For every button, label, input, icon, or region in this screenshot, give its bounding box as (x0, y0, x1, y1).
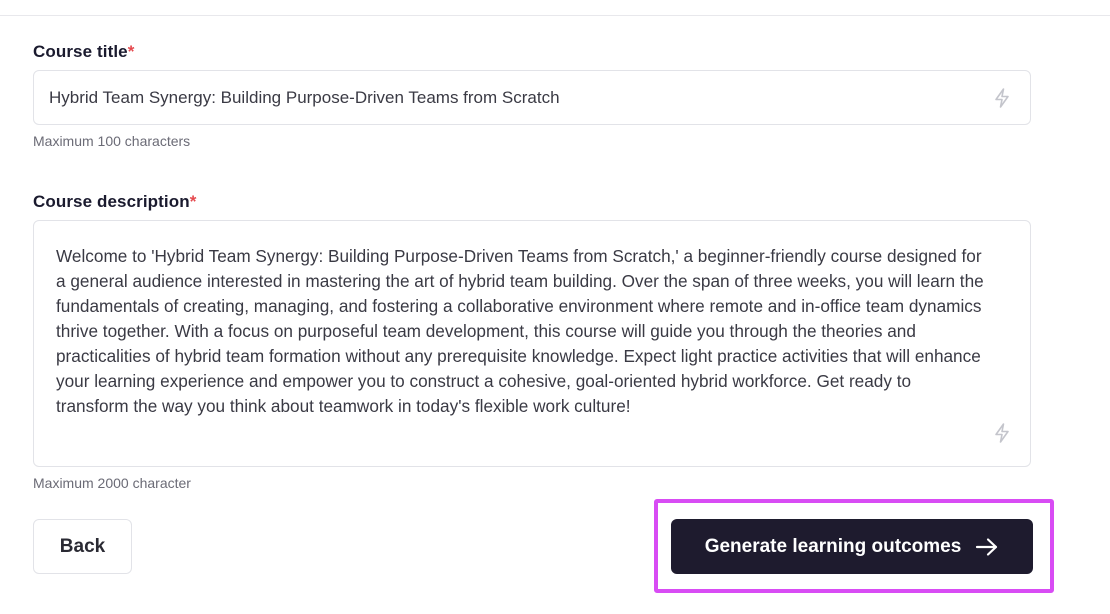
bolt-icon[interactable] (992, 422, 1012, 444)
course-description-textarea[interactable]: Welcome to 'Hybrid Team Synergy: Buildin… (33, 220, 1031, 467)
course-title-label: Course title* (33, 42, 134, 62)
generate-learning-outcomes-button[interactable]: Generate learning outcomes (671, 519, 1033, 574)
course-title-label-text: Course title (33, 42, 128, 61)
required-asterisk: * (127, 42, 135, 61)
back-button[interactable]: Back (33, 519, 132, 574)
generate-button-label: Generate learning outcomes (704, 535, 962, 557)
course-title-input[interactable]: Hybrid Team Synergy: Building Purpose-Dr… (33, 70, 1031, 125)
course-description-hint: Maximum 2000 character (33, 475, 191, 491)
course-details-form: Course title* Hybrid Team Synergy: Build… (0, 0, 1110, 614)
arrow-right-icon (976, 537, 998, 556)
course-title-value[interactable]: Hybrid Team Synergy: Building Purpose-Dr… (49, 88, 560, 108)
course-description-label: Course description* (33, 192, 196, 212)
required-asterisk: * (189, 192, 197, 211)
course-title-hint: Maximum 100 characters (33, 133, 191, 149)
course-description-value[interactable]: Welcome to 'Hybrid Team Synergy: Buildin… (56, 244, 986, 419)
course-description-label-text: Course description (33, 192, 190, 211)
top-divider (0, 15, 1110, 16)
back-button-label: Back (59, 535, 106, 557)
bolt-icon[interactable] (992, 87, 1012, 109)
